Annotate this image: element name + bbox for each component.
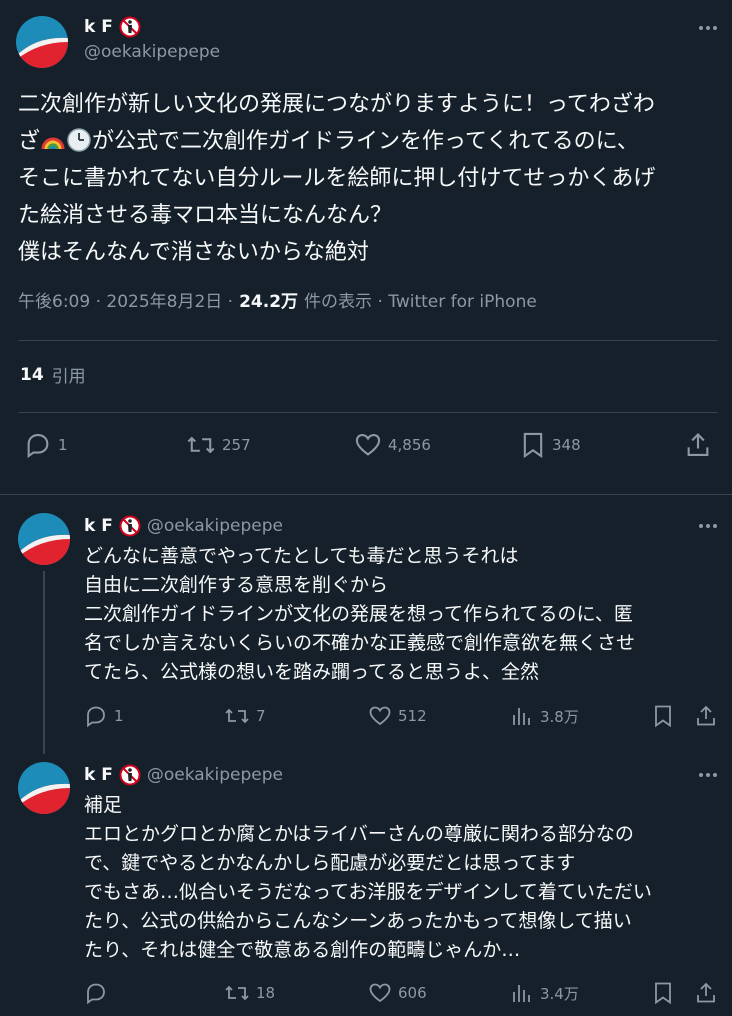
- share-button[interactable]: [694, 704, 718, 728]
- tweet-author: k F @oekakipepepe: [84, 16, 220, 62]
- share-icon: [697, 982, 715, 1003]
- tweet-meta: 午後6:09 · 2025年8月2日 · 24.2万 件の表示 · Twitte…: [18, 287, 537, 312]
- quote-tweets-link[interactable]: 14 引用: [20, 362, 86, 388]
- avatar[interactable]: [16, 16, 68, 68]
- avatar[interactable]: [18, 762, 70, 814]
- bookmark-count: 348: [552, 436, 581, 454]
- heart-icon: [369, 983, 391, 1003]
- retweet-icon: [225, 708, 249, 724]
- more-options-icon[interactable]: [696, 763, 720, 787]
- thread-line: [43, 571, 45, 754]
- share-button[interactable]: [694, 981, 718, 1005]
- views-label: 件の表示 · Twitter for iPhone: [304, 292, 537, 312]
- reply-icon: [27, 434, 49, 459]
- no-repost-badge-icon: [119, 764, 141, 786]
- like-count: 606: [398, 984, 427, 1002]
- display-name[interactable]: k F: [84, 516, 113, 536]
- bookmark-icon: [655, 982, 671, 1005]
- reply-count: 1: [58, 436, 68, 454]
- divider: [0, 494, 732, 495]
- display-name[interactable]: k F: [84, 17, 113, 37]
- retweet-icon: [187, 436, 215, 454]
- like-button[interactable]: 606: [368, 981, 427, 1005]
- analytics-icon: [513, 985, 530, 1002]
- display-name[interactable]: k F: [84, 765, 113, 785]
- no-repost-badge-icon: [119, 16, 141, 38]
- no-repost-badge-icon: [119, 515, 141, 537]
- retweet-button[interactable]: 7: [224, 704, 266, 728]
- handle[interactable]: @oekakipepepe: [147, 516, 283, 536]
- reply-text: どんなに善意でやってたとしても毒だと思うそれは 自由に二次創作する意思を削ぐから…: [84, 545, 636, 683]
- share-button[interactable]: [684, 431, 712, 459]
- bookmark-button[interactable]: 348: [520, 431, 581, 459]
- view-count: 3.8万: [540, 707, 579, 726]
- retweet-icon: [225, 985, 249, 1001]
- reply-text: 補足 エロとかグロとか腐とかはライバーさんの尊厳に関わる部分なの で、鍵でやると…: [84, 794, 652, 961]
- bookmark-button[interactable]: [652, 704, 674, 728]
- handle[interactable]: @oekakipepepe: [147, 765, 283, 785]
- view-count[interactable]: 24.2万: [239, 287, 298, 312]
- views-button[interactable]: 3.8万: [510, 704, 579, 728]
- like-count: 4,856: [388, 436, 431, 454]
- reply-icon: [87, 983, 105, 1005]
- bookmark-icon: [523, 432, 543, 459]
- quote-count: 14: [20, 364, 44, 385]
- retweet-count: 7: [256, 707, 266, 725]
- analytics-icon: [513, 708, 530, 725]
- divider: [18, 412, 718, 413]
- clock-emoji-icon: [66, 127, 92, 153]
- retweet-button[interactable]: 257: [186, 431, 251, 459]
- retweet-button[interactable]: 18: [224, 981, 275, 1005]
- reply-icon: [87, 706, 105, 728]
- timestamp[interactable]: 午後6:09 · 2025年8月2日 ·: [18, 287, 233, 312]
- rainbow-emoji-icon: [40, 127, 66, 153]
- reply-button[interactable]: 1: [84, 704, 124, 728]
- view-count: 3.4万: [540, 984, 579, 1003]
- retweet-count: 18: [256, 984, 276, 1002]
- heart-icon: [369, 706, 391, 726]
- reply-count: 1: [114, 707, 124, 725]
- quote-label: 引用: [51, 367, 86, 387]
- like-button[interactable]: 4,856: [354, 431, 431, 459]
- bookmark-button[interactable]: [652, 981, 674, 1005]
- avatar[interactable]: [18, 513, 70, 565]
- share-icon: [687, 433, 709, 456]
- share-icon: [697, 705, 715, 726]
- reply-button[interactable]: 1: [24, 431, 68, 459]
- heart-icon: [355, 434, 381, 456]
- views-button[interactable]: 3.4万: [510, 981, 579, 1005]
- reply-author: k F @oekakipepepe: [84, 515, 283, 537]
- retweet-count: 257: [222, 436, 251, 454]
- bookmark-icon: [655, 705, 671, 728]
- more-options-icon[interactable]: [696, 514, 720, 538]
- divider: [18, 340, 718, 341]
- handle[interactable]: @oekakipepepe: [84, 42, 220, 62]
- reply-button[interactable]: [84, 981, 114, 1005]
- tweet-text: 二次創作が新しい文化の発展につながりますように！ってわざわ ざが公式で二次創作ガ…: [18, 86, 718, 271]
- more-options-icon[interactable]: [696, 16, 720, 40]
- like-count: 512: [398, 707, 427, 725]
- tweet-text-part2: が公式で二次創作ガイドラインを作ってくれてるのに、 そこに書かれてない自分ルール…: [18, 129, 656, 265]
- like-button[interactable]: 512: [368, 704, 427, 728]
- reply-author: k F @oekakipepepe: [84, 764, 283, 786]
